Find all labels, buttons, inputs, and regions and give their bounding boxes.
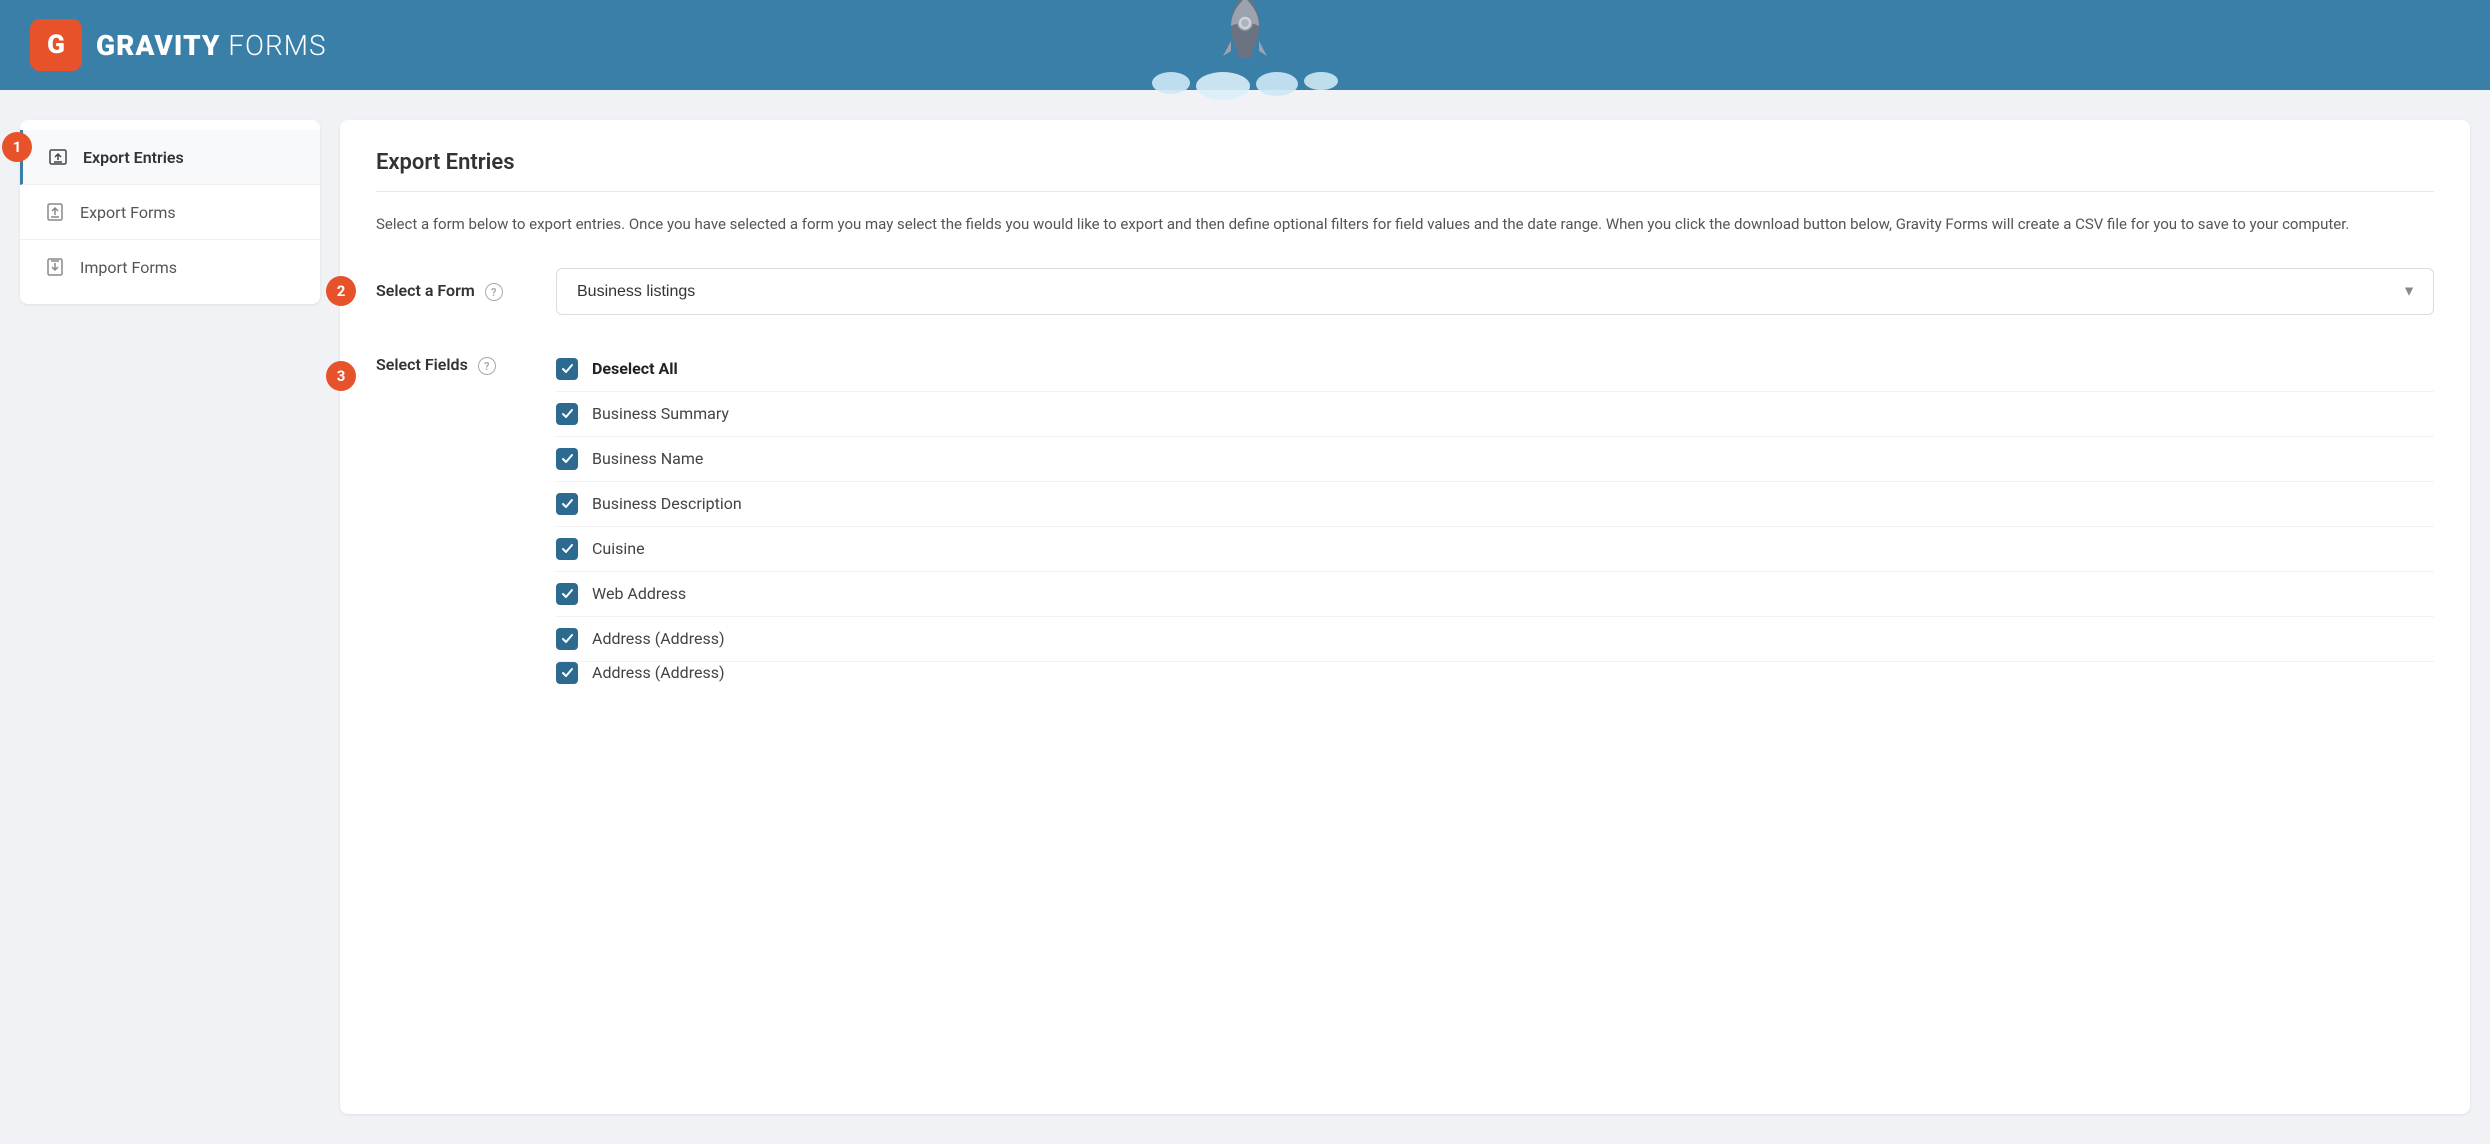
select-fields-row: 3 Select Fields ? Deselect All [376, 347, 2434, 684]
select-fields-help-icon[interactable]: ? [478, 357, 496, 375]
checkbox-web-address[interactable] [556, 583, 578, 605]
checkbox-deselect-all[interactable] [556, 358, 578, 380]
select-form-label: Select a Form ? [376, 281, 526, 302]
field-item-business-name[interactable]: Business Name [556, 437, 2434, 482]
import-forms-icon [44, 256, 66, 278]
content-area: Export Entries Select a form below to ex… [340, 120, 2470, 1114]
field-item-cuisine[interactable]: Cuisine [556, 527, 2434, 572]
logo-area: G GRAVITY FORMS [30, 19, 327, 71]
fields-list: Deselect All Business Summary Business N… [556, 347, 2434, 684]
field-label-address-1: Address (Address) [592, 629, 725, 648]
sidebar-item-import-forms[interactable]: Import Forms [20, 240, 320, 294]
field-label-business-description: Business Description [592, 494, 742, 513]
export-entries-icon [47, 146, 69, 168]
form-select-wrapper: Business listings ▼ [556, 268, 2434, 315]
main-layout: 1 Export Entries [0, 90, 2490, 1144]
rocket-icon [1215, 0, 1275, 71]
rocket-illustration [1152, 0, 1338, 100]
field-label-address-2: Address (Address) [592, 663, 725, 682]
form-select[interactable]: Business listings [556, 268, 2434, 315]
step-1-badge: 1 [2, 132, 32, 162]
checkbox-business-summary[interactable] [556, 403, 578, 425]
description-text: Select a form below to export entries. O… [376, 212, 2434, 238]
checkbox-cuisine[interactable] [556, 538, 578, 560]
select-form-help-icon[interactable]: ? [485, 283, 503, 301]
sidebar: Export Entries Export Forms [20, 120, 320, 304]
logo-text: GRAVITY FORMS [96, 29, 327, 62]
select-form-row: 2 Select a Form ? Business listings ▼ [376, 268, 2434, 315]
app-header: G GRAVITY FORMS [0, 0, 2490, 90]
page-title: Export Entries [376, 150, 2434, 192]
select-fields-label: Select Fields ? [376, 347, 526, 376]
field-item-address-2[interactable]: Address (Address) [556, 662, 2434, 684]
sidebar-wrapper: 1 Export Entries [20, 120, 320, 1114]
sidebar-item-export-forms[interactable]: Export Forms [20, 185, 320, 240]
checkbox-business-description[interactable] [556, 493, 578, 515]
logo-icon: G [30, 19, 82, 71]
sidebar-label-import-forms: Import Forms [80, 258, 177, 277]
step-3-badge: 3 [326, 361, 356, 391]
export-forms-icon [44, 201, 66, 223]
field-item-business-summary[interactable]: Business Summary [556, 392, 2434, 437]
field-label-cuisine: Cuisine [592, 539, 645, 558]
sidebar-label-export-forms: Export Forms [80, 203, 176, 222]
sidebar-item-export-entries[interactable]: Export Entries [20, 130, 320, 185]
field-label-business-name: Business Name [592, 449, 703, 468]
field-item-deselect-all[interactable]: Deselect All [556, 347, 2434, 392]
checkbox-address-1[interactable] [556, 628, 578, 650]
field-label-web-address: Web Address [592, 584, 686, 603]
field-label-business-summary: Business Summary [592, 404, 729, 423]
field-label-deselect-all: Deselect All [592, 359, 678, 378]
field-item-address-1[interactable]: Address (Address) [556, 617, 2434, 662]
step-2-badge: 2 [326, 276, 356, 306]
checkbox-business-name[interactable] [556, 448, 578, 470]
field-item-web-address[interactable]: Web Address [556, 572, 2434, 617]
field-item-business-description[interactable]: Business Description [556, 482, 2434, 527]
sidebar-label-export-entries: Export Entries [83, 148, 184, 167]
checkbox-address-2[interactable] [556, 662, 578, 684]
